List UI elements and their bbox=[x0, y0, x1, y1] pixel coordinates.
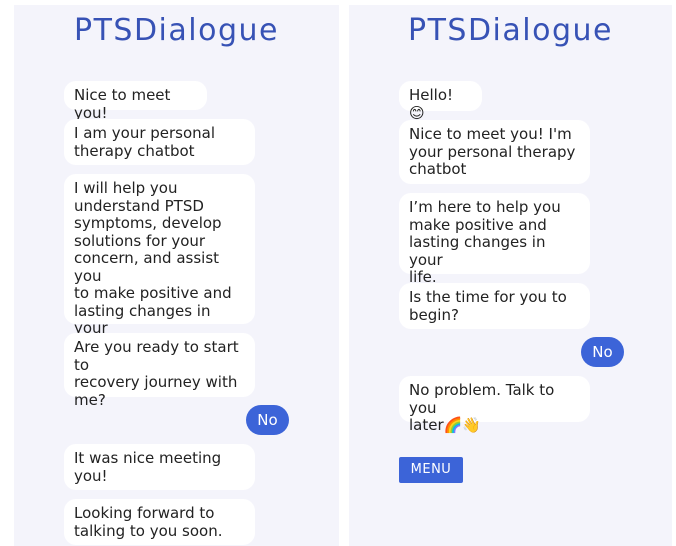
chat-screen-left: PTSDialogue Nice to meet you! I am your … bbox=[14, 5, 339, 546]
user-reply-no[interactable]: No bbox=[246, 405, 289, 435]
bot-message: Nice to meet you! I'm your personal ther… bbox=[399, 120, 590, 184]
bot-message: It was nice meeting you! bbox=[64, 444, 255, 490]
bot-message: I’m here to help you make positive and l… bbox=[399, 193, 590, 286]
bot-message: Nice to meet you! bbox=[64, 81, 207, 121]
chat-screen-right: PTSDialogue Hello! 😊 Nice to meet you! I… bbox=[349, 5, 672, 546]
bot-message: Is the time for you to begin? bbox=[399, 283, 590, 329]
bot-message: I am your personal therapy chatbot bbox=[64, 119, 255, 165]
bot-message: No problem. Talk to you later🌈👋 bbox=[399, 376, 590, 434]
bot-message: Are you ready to start to recovery journ… bbox=[64, 333, 255, 408]
bot-message: Hello! 😊 bbox=[399, 81, 482, 121]
bot-message: I will help you understand PTSD symptoms… bbox=[64, 174, 255, 354]
app-title: PTSDialogue bbox=[74, 13, 279, 48]
app-title: PTSDialogue bbox=[408, 13, 613, 48]
bot-message: Looking forward to talking to you soon. bbox=[64, 499, 255, 545]
menu-button[interactable]: MENU bbox=[399, 457, 463, 483]
user-reply-no[interactable]: No bbox=[581, 337, 624, 367]
